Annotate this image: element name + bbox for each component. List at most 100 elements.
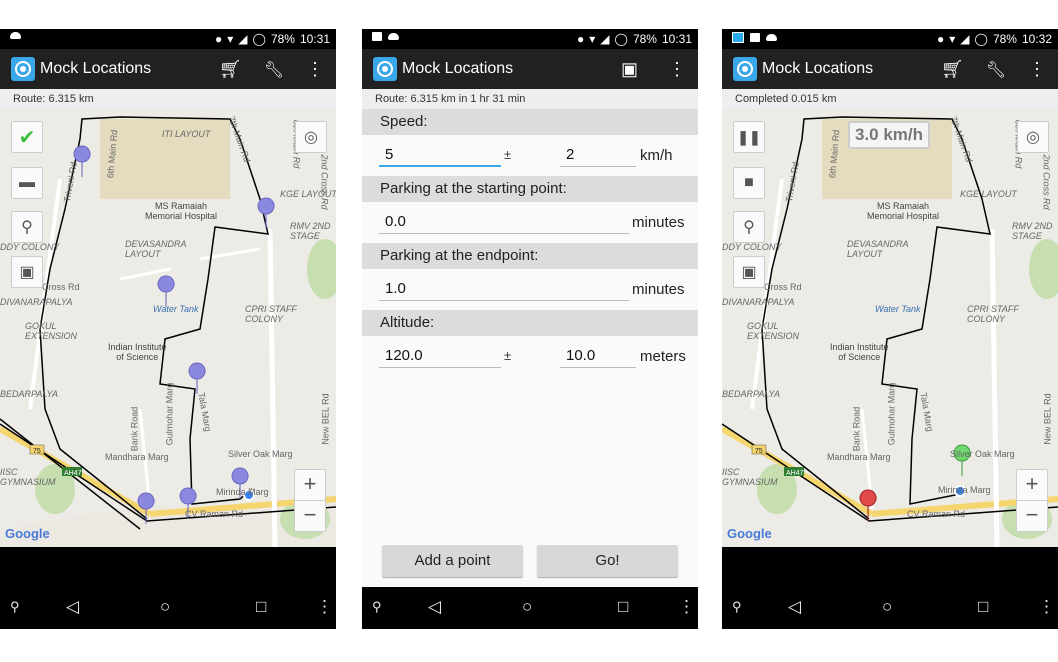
stop-icon[interactable]: ■ xyxy=(733,167,765,199)
overflow-menu-icon[interactable]: ⋮ xyxy=(306,59,324,80)
nav-search-icon[interactable]: ⚲ xyxy=(732,599,742,615)
map-label: 2nd Cross Rd xyxy=(319,154,330,210)
app-title: Mock Locations xyxy=(402,60,514,77)
button-bar: Add a point Go! xyxy=(362,545,698,587)
nav-search-icon[interactable]: ⚲ xyxy=(372,599,382,615)
map-view[interactable]: 75 AH47 7th Main Rd 8th Main Rd KGE LAYO… xyxy=(722,109,1058,547)
nav-search-icon[interactable]: ⚲ xyxy=(10,599,20,615)
speed-variation-input[interactable]: 2 xyxy=(560,143,636,167)
marker-icon[interactable] xyxy=(257,197,275,230)
park-end-input[interactable]: 1.0 xyxy=(379,277,629,301)
nav-bar: ⚲ ◁ ○ □ ⋮ xyxy=(722,587,1058,629)
app-logo-icon xyxy=(373,57,397,81)
marker-icon[interactable] xyxy=(188,362,206,395)
add-point-button[interactable]: Add a point xyxy=(382,545,523,577)
cloud-icon xyxy=(766,34,777,41)
cloud-icon xyxy=(388,33,399,40)
nav-recents-icon[interactable]: □ xyxy=(978,597,988,617)
zoom-control: + − xyxy=(1016,469,1048,532)
check-icon[interactable]: ✔ xyxy=(11,121,43,153)
speed-header: Speed: xyxy=(362,109,698,135)
nav-home-icon[interactable]: ○ xyxy=(160,597,170,617)
image-icon xyxy=(372,32,382,41)
battery-percent: 78% xyxy=(270,32,295,46)
zoom-out-button[interactable]: − xyxy=(295,501,325,531)
status-bar: ● ▾ ◢ ◯ 78% 10:31 xyxy=(0,29,336,49)
cart-icon[interactable]: 🛒︎ xyxy=(219,59,242,80)
trash-icon[interactable]: ▬ xyxy=(11,167,43,199)
settings-form: Speed: 5 ± 2 km/h Parking at the startin… xyxy=(362,109,698,547)
park-start-input[interactable]: 0.0 xyxy=(379,210,629,234)
overflow-menu-icon[interactable]: ⋮ xyxy=(1028,59,1046,80)
map-label: DDY COLONY xyxy=(0,242,60,252)
nav-back-icon[interactable]: ◁ xyxy=(66,597,79,617)
clock: 10:32 xyxy=(1021,32,1052,46)
phone-screen-simulation: ● ▾ ◢ ◯ 78% 10:32 Mock Locations 🛒︎ 🔧︎ ⋮… xyxy=(722,29,1058,629)
nav-back-icon[interactable]: ◁ xyxy=(428,597,441,617)
map-label: IISC GYMNASIUM xyxy=(0,467,56,487)
app-title: Mock Locations xyxy=(40,60,152,77)
search-icon[interactable]: ⚲ xyxy=(11,211,43,243)
status-bar: ● ▾ ◢ ◯ 78% 10:32 xyxy=(722,29,1058,49)
overflow-menu-icon[interactable]: ⋮ xyxy=(668,59,686,80)
my-location-icon[interactable]: ◎ xyxy=(1017,121,1049,153)
route-ah47-label: AH47 xyxy=(786,470,804,477)
map-label: Mandhara Marg xyxy=(827,452,891,462)
nav-back-icon[interactable]: ◁ xyxy=(788,597,801,617)
save-icon[interactable]: ▣ xyxy=(733,256,765,288)
my-location-icon[interactable]: ◎ xyxy=(295,121,327,153)
plus-minus-label: ± xyxy=(504,348,512,363)
route-75-label: 75 xyxy=(755,448,763,455)
speed-input[interactable]: 5 xyxy=(379,143,501,167)
nav-menu-icon[interactable]: ⋮ xyxy=(678,597,695,617)
altitude-input[interactable]: 120.0 xyxy=(379,344,501,368)
app-bar: Mock Locations 🛒︎ 🔧︎ ⋮ xyxy=(722,49,1058,89)
cloud-icon xyxy=(10,32,21,39)
wrench-icon[interactable]: 🔧︎ xyxy=(986,60,1006,80)
battery-icon: ◯ xyxy=(614,32,628,46)
nav-menu-icon[interactable]: ⋮ xyxy=(1038,597,1055,617)
battery-percent: 78% xyxy=(632,32,657,46)
map-label: Water Tank xyxy=(153,304,199,314)
map-label: Silver Oak Marg xyxy=(228,449,293,459)
cart-icon[interactable]: 🛒︎ xyxy=(941,59,964,80)
zoom-in-button[interactable]: + xyxy=(295,470,325,501)
zoom-in-button[interactable]: + xyxy=(1017,470,1047,501)
nav-home-icon[interactable]: ○ xyxy=(522,597,532,617)
battery-percent: 78% xyxy=(992,32,1017,46)
nav-home-icon[interactable]: ○ xyxy=(882,597,892,617)
phone-screen-map-route: ● ▾ ◢ ◯ 78% 10:31 Mock Locations 🛒︎ 🔧︎ ⋮… xyxy=(0,29,336,629)
map-label: Bank Road xyxy=(129,406,140,452)
altitude-variation-input[interactable]: 10.0 xyxy=(560,344,636,368)
map-view[interactable]: 75 AH47 ITI LAYOUT 7th Main Rd 8th Main … xyxy=(0,109,336,547)
signal-icon: ◢ xyxy=(600,32,610,46)
save-icon[interactable]: ▣ xyxy=(621,59,638,80)
map-label: Bank Road xyxy=(851,406,862,452)
park-start-header: Parking at the starting point: xyxy=(362,176,698,202)
map-label: New BEL Rd xyxy=(320,393,331,445)
zoom-control: + − xyxy=(294,469,326,532)
map-label: DDY COLONY xyxy=(722,242,782,252)
zoom-out-button[interactable]: − xyxy=(1017,501,1047,531)
map-label: CPRI STAFF COLONY xyxy=(967,304,1019,324)
go-button[interactable]: Go! xyxy=(537,545,678,577)
search-icon[interactable]: ⚲ xyxy=(733,211,765,243)
wrench-icon[interactable]: 🔧︎ xyxy=(264,60,284,80)
route-info: Route: 6.315 km xyxy=(0,89,336,109)
app-bar: Mock Locations ▣ ⋮ xyxy=(362,49,698,89)
save-icon[interactable]: ▣ xyxy=(11,256,43,288)
altitude-header: Altitude: xyxy=(362,310,698,336)
nav-menu-icon[interactable]: ⋮ xyxy=(316,597,333,617)
map-label: Mirinda Marg xyxy=(938,485,991,495)
marker-icon[interactable] xyxy=(157,275,175,308)
nav-recents-icon[interactable]: □ xyxy=(618,597,628,617)
speed-unit: km/h xyxy=(640,147,673,164)
map-label: Gulmohar Marg xyxy=(164,382,175,446)
app-logo-icon xyxy=(733,57,757,81)
route-ah47-label: AH47 xyxy=(64,470,82,477)
park-end-unit: minutes xyxy=(632,281,685,298)
location-icon: ● xyxy=(214,32,223,46)
pause-icon[interactable]: ❚❚ xyxy=(733,121,765,153)
nav-recents-icon[interactable]: □ xyxy=(256,597,266,617)
map-label: Mirinda Marg xyxy=(216,487,269,497)
